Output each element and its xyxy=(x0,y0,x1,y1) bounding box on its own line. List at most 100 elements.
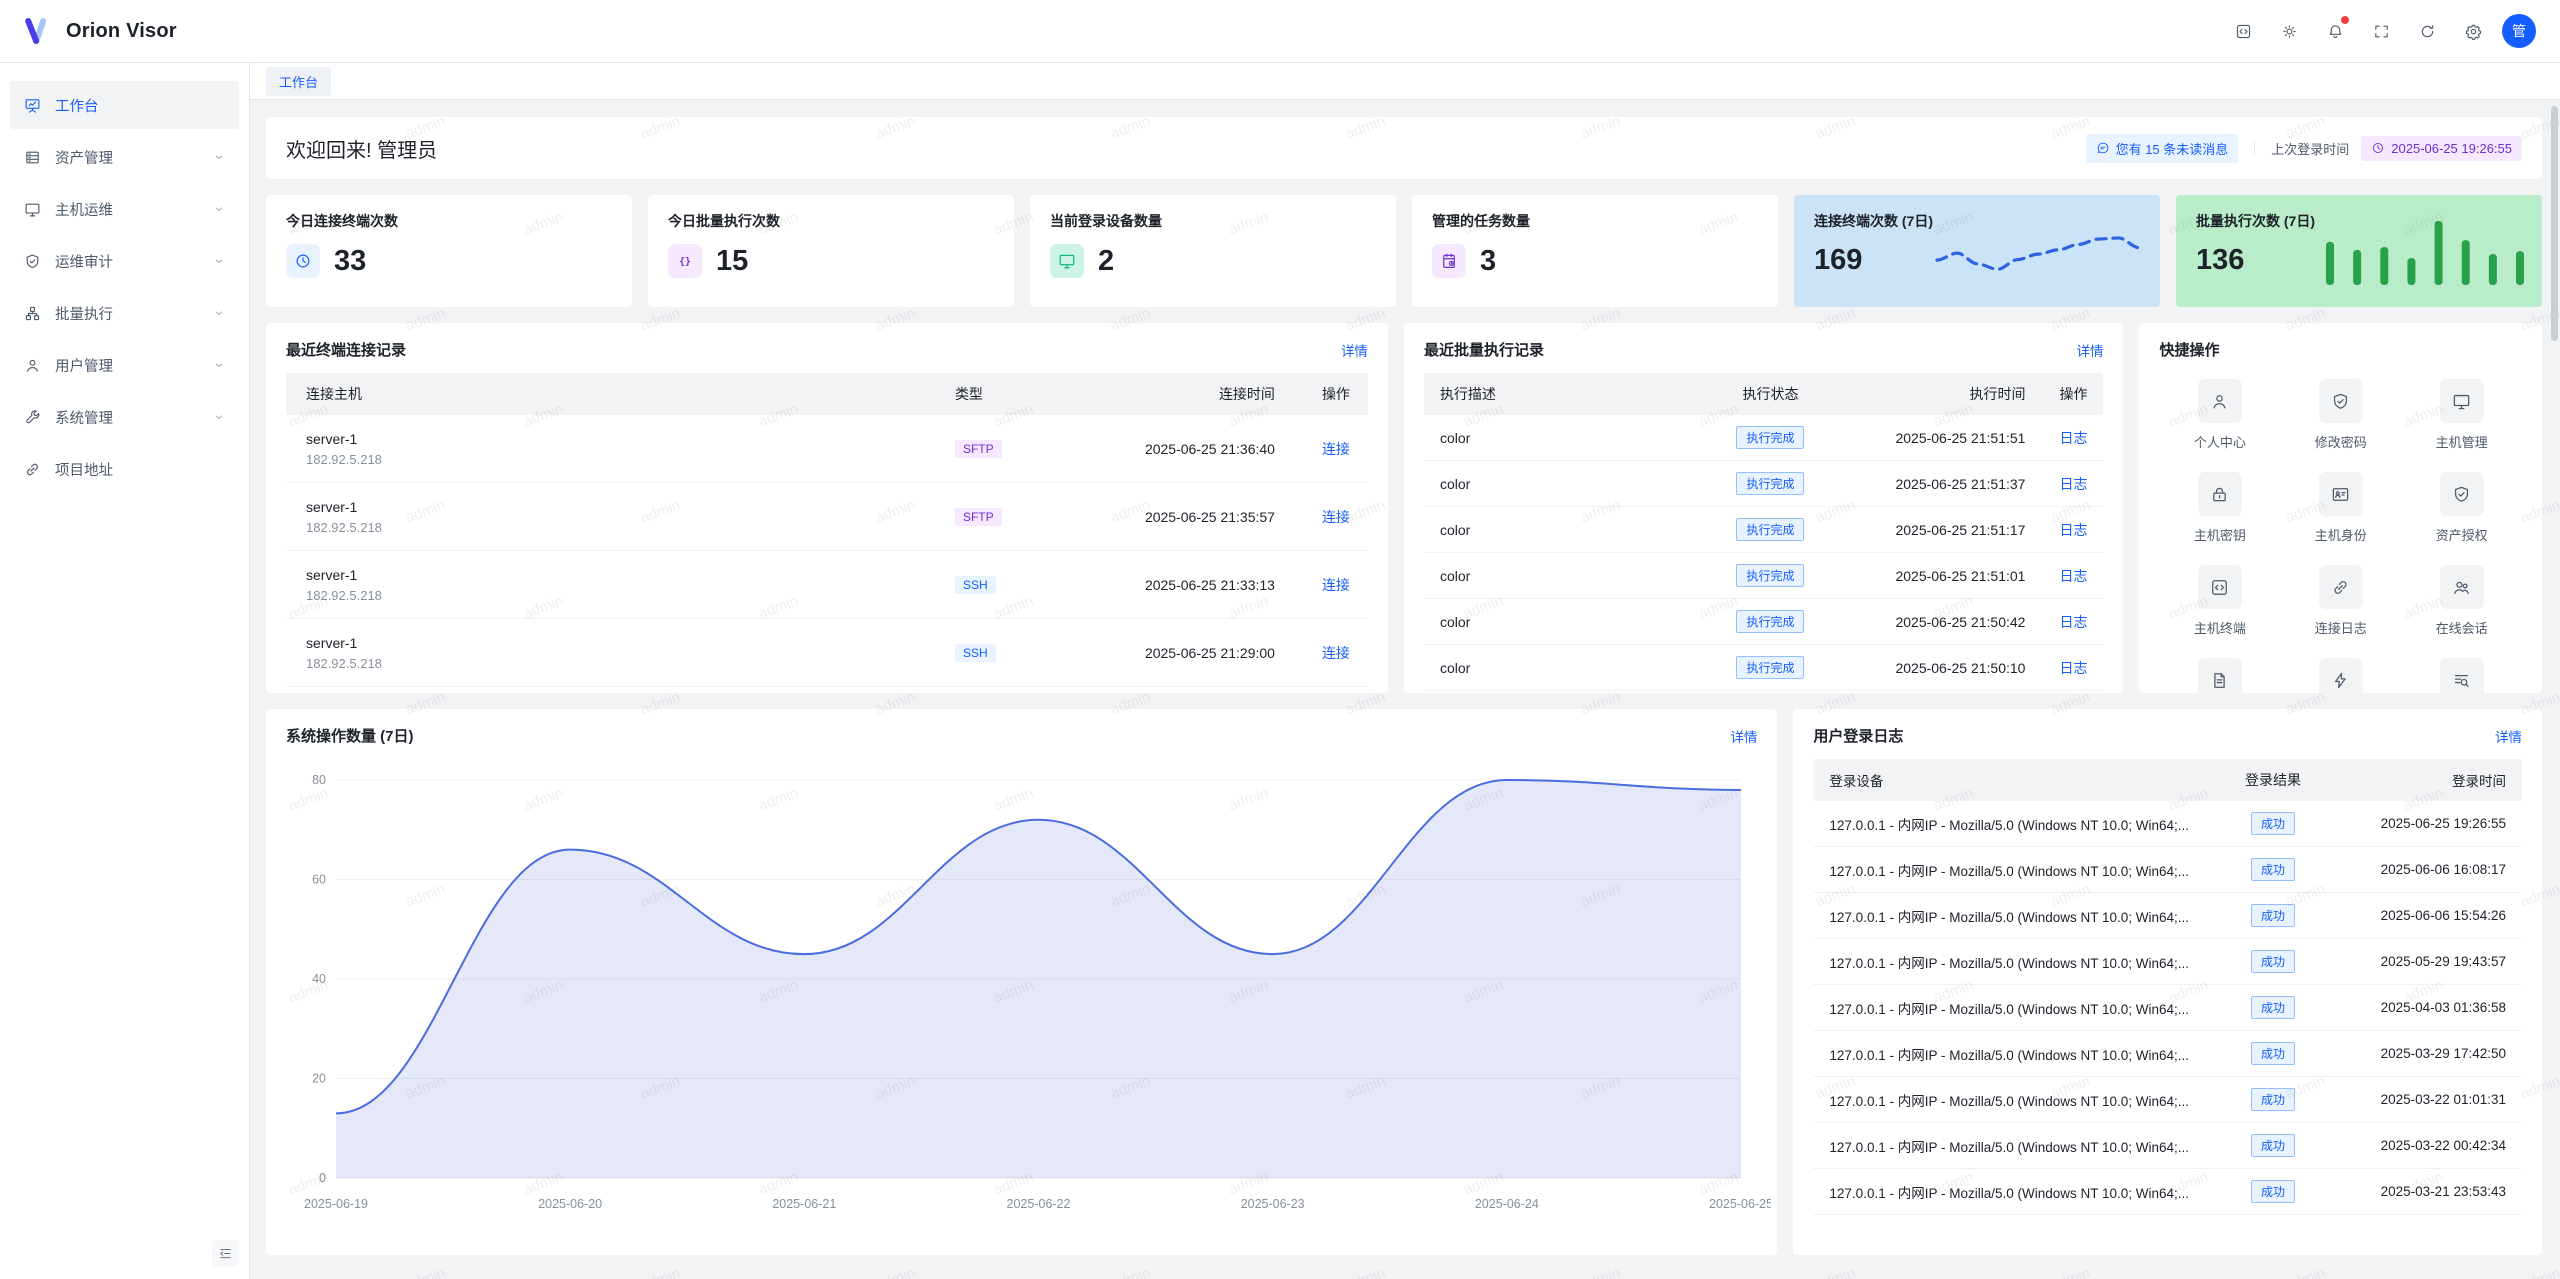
quick-action-change-password[interactable]: 修改密码 xyxy=(2280,379,2401,451)
quick-action-label: 主机管理 xyxy=(2436,432,2488,451)
svg-text:80: 80 xyxy=(312,773,326,787)
table-header: 登录设备登录结果登录时间 xyxy=(1813,759,2522,801)
watermark-text: admin xyxy=(2048,1265,2092,1279)
terminal-detail-link[interactable]: 详情 xyxy=(1341,340,1368,360)
sidebar-item-label: 工作台 xyxy=(55,95,225,116)
sidebar-item-ops-audit[interactable]: 运维审计 xyxy=(10,237,239,285)
stat-card-executions-7d: 批量执行次数 (7日)136 xyxy=(2176,195,2542,307)
log-link[interactable]: 日志 xyxy=(2059,522,2087,538)
table-row: 127.0.0.1 - 内网IP - Mozilla/5.0 (Windows … xyxy=(1813,1077,2522,1123)
svg-text:2025-06-24: 2025-06-24 xyxy=(1475,1197,1539,1211)
sidebar-item-user-management[interactable]: 用户管理 xyxy=(10,341,239,389)
svg-text:2025-06-19: 2025-06-19 xyxy=(304,1197,368,1211)
stat-value: 2 xyxy=(1098,245,1114,278)
login-time: 2025-03-21 23:53:43 xyxy=(2321,1184,2522,1199)
notification-badge xyxy=(2341,16,2349,24)
log-link[interactable]: 日志 xyxy=(2059,430,2087,446)
login-time: 2025-03-22 01:01:31 xyxy=(2321,1092,2522,1107)
exec-time: 2025-06-25 21:50:10 xyxy=(1830,660,2025,676)
quick-action-personal-center[interactable]: 个人中心 xyxy=(2159,379,2280,451)
login-time: 2025-03-22 00:42:34 xyxy=(2321,1138,2522,1153)
page-scrollbar[interactable] xyxy=(2551,106,2558,341)
panel-title: 最近批量执行记录 xyxy=(1424,339,1544,360)
login-logs-panel: 用户登录日志 详情 登录设备登录结果登录时间127.0.0.1 - 内网IP -… xyxy=(1793,709,2542,1255)
table-row: 127.0.0.1 - 内网IP - Mozilla/5.0 (Windows … xyxy=(1813,1031,2522,1077)
log-link[interactable]: 日志 xyxy=(2059,614,2087,630)
notifications-button[interactable] xyxy=(2318,14,2352,48)
connect-time: 2025-06-25 21:33:13 xyxy=(1055,577,1275,593)
connect-link[interactable]: 连接 xyxy=(1322,509,1350,525)
sidebar-item-host-ops[interactable]: 主机运维 xyxy=(10,185,239,233)
batch-table: 执行描述执行状态执行时间操作color执行完成2025-06-25 21:51:… xyxy=(1424,373,2104,691)
shield-check-icon xyxy=(2452,485,2471,504)
host-cell: server-1182.92.5.218 xyxy=(286,499,955,535)
log-link[interactable]: 日志 xyxy=(2059,660,2087,676)
app-logo: Orion Visor xyxy=(0,16,177,47)
exec-status-badge: 执行完成 xyxy=(1736,426,1804,449)
quick-action-host-identities[interactable]: 主机身份 xyxy=(2280,472,2401,544)
fullscreen-button[interactable] xyxy=(2364,14,2398,48)
sidebar-item-label: 用户管理 xyxy=(55,355,213,376)
sidebar-item-batch-execution[interactable]: 批量执行 xyxy=(10,289,239,337)
sidebar-item-system-management[interactable]: 系统管理 xyxy=(10,393,239,441)
column-header: 登录结果 xyxy=(2225,770,2321,790)
sidebar-item-asset-management[interactable]: 资产管理 xyxy=(10,133,239,181)
log-link[interactable]: 日志 xyxy=(2059,476,2087,492)
unread-messages-tag[interactable]: 您有 15 条未读消息 xyxy=(2086,134,2239,163)
sidebar-item-workbench[interactable]: 工作台 xyxy=(10,81,239,129)
quick-action-host-keys[interactable]: 主机密钥 xyxy=(2159,472,2280,544)
login-time: 2025-04-03 01:36:58 xyxy=(2321,1000,2522,1015)
quick-action-host-terminal[interactable]: 主机终端 xyxy=(2159,565,2280,637)
sidebar-collapse-button[interactable] xyxy=(212,1240,239,1267)
sidebar-item-label: 项目地址 xyxy=(55,459,225,480)
svg-text:2025-06-20: 2025-06-20 xyxy=(538,1197,602,1211)
table-row: 127.0.0.1 - 内网IP - Mozilla/5.0 (Windows … xyxy=(1813,1123,2522,1169)
code-button[interactable] xyxy=(2226,14,2260,48)
watermark-text: admin xyxy=(1578,1265,1622,1279)
stat-card-today-connections: 今日连接终端次数33 xyxy=(266,195,632,307)
log-link[interactable]: 日志 xyxy=(2059,568,2087,584)
batch-detail-link[interactable]: 详情 xyxy=(2076,340,2103,360)
quick-action-connection-logs[interactable]: 连接日志 xyxy=(2280,565,2401,637)
sidebar-item-project-url[interactable]: 项目地址 xyxy=(10,445,239,493)
login-time: 2025-06-06 16:08:17 xyxy=(2321,862,2522,877)
host-name: server-1 xyxy=(306,431,955,447)
quick-action-asset-authorization[interactable]: 资产授权 xyxy=(2401,472,2522,544)
exec-time: 2025-06-25 21:51:37 xyxy=(1830,476,2025,492)
connect-link[interactable]: 连接 xyxy=(1322,441,1350,457)
ops-detail-link[interactable]: 详情 xyxy=(1730,726,1757,746)
watermark-text: admin xyxy=(1813,1265,1857,1279)
tab-bar: 工作台 xyxy=(250,63,2560,100)
settings-button[interactable] xyxy=(2456,14,2490,48)
exec-status-badge: 执行完成 xyxy=(1736,518,1804,541)
quick-action-online-sessions[interactable]: 在线会话 xyxy=(2401,565,2522,637)
link-icon xyxy=(2331,578,2350,597)
quick-action-host-management[interactable]: 主机管理 xyxy=(2401,379,2522,451)
search-file-icon xyxy=(2452,671,2471,690)
connect-link[interactable]: 连接 xyxy=(1322,577,1350,593)
column-header: 操作 xyxy=(1275,384,1368,404)
chevron-down-icon xyxy=(213,203,225,215)
shield-check-icon xyxy=(2331,392,2350,411)
quick-action-label: 连接日志 xyxy=(2315,618,2367,637)
theme-button[interactable] xyxy=(2272,14,2306,48)
login-detail-link[interactable]: 详情 xyxy=(2495,726,2522,746)
exec-time: 2025-06-25 21:51:17 xyxy=(1830,522,2025,538)
user-avatar[interactable]: 管 xyxy=(2502,14,2536,48)
batch-records-panel: 最近批量执行记录 详情 执行描述执行状态执行时间操作color执行完成2025-… xyxy=(1404,323,2124,693)
watermark-text: admin xyxy=(2283,1265,2327,1279)
sidebar-item-label: 批量执行 xyxy=(55,303,213,324)
table-row: 127.0.0.1 - 内网IP - Mozilla/5.0 (Windows … xyxy=(1813,801,2522,847)
login-time: 2025-06-25 19:26:55 xyxy=(2321,816,2522,831)
cluster-icon xyxy=(24,305,41,322)
stat-value: 3 xyxy=(1480,245,1496,278)
refresh-button[interactable] xyxy=(2410,14,2444,48)
tab-workbench[interactable]: 工作台 xyxy=(266,67,331,96)
login-time: 2025-05-29 19:43:57 xyxy=(2321,954,2522,969)
clock-icon xyxy=(2371,141,2385,155)
table-row: 127.0.0.1 - 内网IP - Mozilla/5.0 (Windows … xyxy=(1813,985,2522,1031)
panel-title: 快捷操作 xyxy=(2159,339,2219,360)
connect-link[interactable]: 连接 xyxy=(1322,645,1350,661)
braces-icon: {} xyxy=(676,252,694,270)
sidebar-item-label: 资产管理 xyxy=(55,147,213,168)
